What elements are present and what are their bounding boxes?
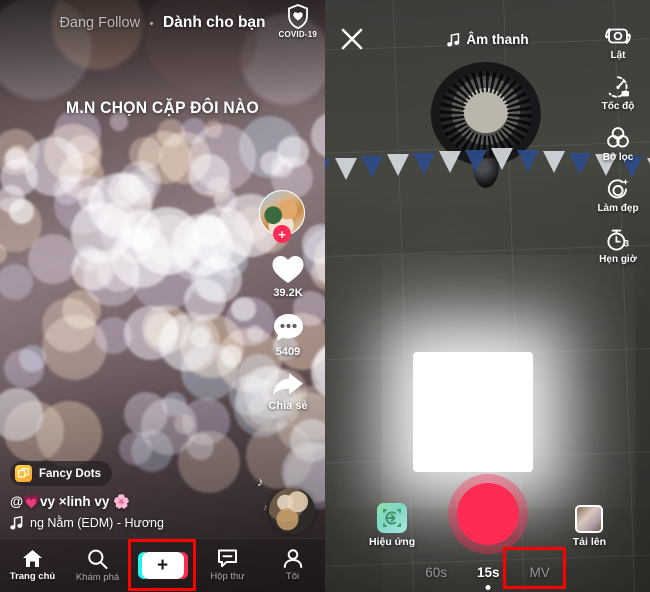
tab-label-discover: Khám phá [75, 571, 120, 583]
profile-icon [283, 549, 303, 568]
create-plus-icon[interactable]: + [137, 552, 188, 579]
tool-filters[interactable]: Bộ lọc [590, 126, 646, 163]
beauty-sparkle-icon [605, 177, 631, 201]
effects-button[interactable]: Hiệu ứng [369, 503, 415, 548]
sidebar-item-create[interactable]: + [130, 552, 195, 579]
music-title: ng Nằm (EDM) - Hương [30, 516, 164, 530]
music-note-icon [10, 516, 23, 530]
ceiling-light-panel [413, 352, 533, 472]
add-sound-button[interactable]: Âm thanh [446, 32, 529, 47]
mode-mv[interactable]: MV [530, 565, 550, 580]
share-arrow-icon [271, 371, 305, 398]
feed-action-rail: + 39.2K 5409 Chia sẻ [259, 190, 317, 425]
tool-label-flip: Lật [610, 50, 626, 61]
sound-label: Âm thanh [466, 32, 529, 47]
tool-beauty[interactable]: Làm đẹp [590, 177, 646, 214]
screenshot-stage: Đang Follow Dành cho bạn COVID-19 M.N CH… [0, 0, 650, 592]
camera-bottom-controls: Hiệu ứng Tải lên 60s 15s MV [325, 472, 650, 592]
floating-note-small-icon: ♪ [263, 502, 268, 512]
floating-note-icon: ♪ [257, 474, 264, 489]
effects-label: Hiệu ứng [369, 536, 416, 548]
close-x-icon[interactable] [341, 28, 363, 50]
tool-timer[interactable]: 3 Hẹn giờ [590, 228, 646, 265]
comment-button[interactable]: 5409 [259, 312, 317, 358]
sidebar-item-home[interactable]: Trang chủ [0, 549, 65, 582]
effect-badge-icon [15, 465, 32, 482]
music-disc-button[interactable]: ♪ ♪ [257, 474, 315, 534]
bottom-tab-bar: Trang chủ Khám phá + Hộp thư Tôi [0, 538, 325, 592]
mode-active-indicator [485, 585, 490, 590]
tool-label-timer: Hẹn giờ [599, 254, 637, 265]
timer-value: 3 [624, 239, 629, 249]
tab-following[interactable]: Đang Follow [59, 15, 140, 31]
camera-mode-switcher: 60s 15s MV [325, 565, 650, 580]
shield-heart-icon [287, 4, 309, 29]
share-button[interactable]: Chia sẻ [259, 371, 317, 412]
nav-separator-dot [150, 21, 154, 25]
share-label: Chia sẻ [268, 400, 308, 412]
tool-label-speed: Tốc độ [601, 101, 635, 112]
tab-label-home: Trang chủ [9, 571, 56, 582]
home-icon [22, 549, 43, 568]
flip-camera-icon [605, 24, 631, 48]
effect-name: Fancy Dots [39, 467, 101, 480]
plus-glyph: + [156, 555, 169, 576]
creator-avatar-button[interactable]: + [259, 190, 305, 243]
feed-top-nav: Đang Follow Dành cho bạn [0, 14, 325, 32]
covid-info-button[interactable]: COVID-19 [279, 4, 318, 39]
heart-icon [271, 254, 305, 285]
tiktok-camera-panel: Âm thanh Lật Tốc độ Bộ lọc Làm đẹp 3 Hẹn… [325, 0, 650, 592]
tool-speed[interactable]: Tốc độ [590, 75, 646, 112]
upload-thumbnail-icon [575, 505, 604, 533]
video-overlay-text: M.N CHỌN CẶP ĐÔI NÀO [66, 98, 259, 117]
record-button[interactable] [447, 474, 528, 554]
speed-gauge-icon [605, 75, 631, 99]
effect-chip[interactable]: Fancy Dots [10, 461, 112, 486]
camera-tool-rail: Lật Tốc độ Bộ lọc Làm đẹp 3 Hẹn giờ [590, 24, 646, 279]
tab-label-profile: Tôi [285, 571, 300, 582]
follow-plus-badge[interactable]: + [273, 225, 291, 243]
record-button-core [456, 483, 519, 545]
tool-label-filters: Bộ lọc [602, 152, 634, 163]
upload-label: Tải lên [572, 536, 606, 548]
filter-circles-icon [605, 126, 631, 150]
creator-handle[interactable]: @💗vy ×linh vy 🌸 [10, 494, 253, 510]
sidebar-item-profile[interactable]: Tôi [260, 549, 325, 582]
tool-flip-camera[interactable]: Lật [590, 24, 646, 61]
tab-label-inbox: Hộp thư [210, 571, 245, 582]
like-button[interactable]: 39.2K [259, 254, 317, 299]
sidebar-item-inbox[interactable]: Hộp thư [195, 549, 260, 582]
tab-for-you[interactable]: Dành cho bạn [163, 14, 265, 32]
inbox-icon [217, 549, 238, 568]
sidebar-item-discover[interactable]: Khám phá [65, 549, 130, 583]
comment-icon [272, 312, 305, 344]
mode-15s[interactable]: 15s [477, 565, 500, 580]
like-count: 39.2K [273, 287, 303, 299]
feed-video-meta: Fancy Dots @💗vy ×linh vy 🌸 ng Nằm (EDM) … [10, 461, 253, 530]
spinning-record-icon [269, 488, 315, 534]
music-note-icon [446, 32, 459, 47]
effects-icon [377, 503, 408, 533]
mode-60s[interactable]: 60s [425, 565, 447, 580]
tool-label-beauty: Làm đẹp [597, 203, 639, 214]
upload-button[interactable]: Tải lên [573, 505, 606, 548]
music-row[interactable]: ng Nằm (EDM) - Hương [10, 516, 253, 530]
timer-stopwatch-icon: 3 [605, 228, 631, 252]
search-icon [87, 549, 108, 569]
tiktok-feed-panel: Đang Follow Dành cho bạn COVID-19 M.N CH… [0, 0, 325, 592]
comment-count: 5409 [275, 346, 301, 358]
covid-label: COVID-19 [278, 30, 317, 39]
